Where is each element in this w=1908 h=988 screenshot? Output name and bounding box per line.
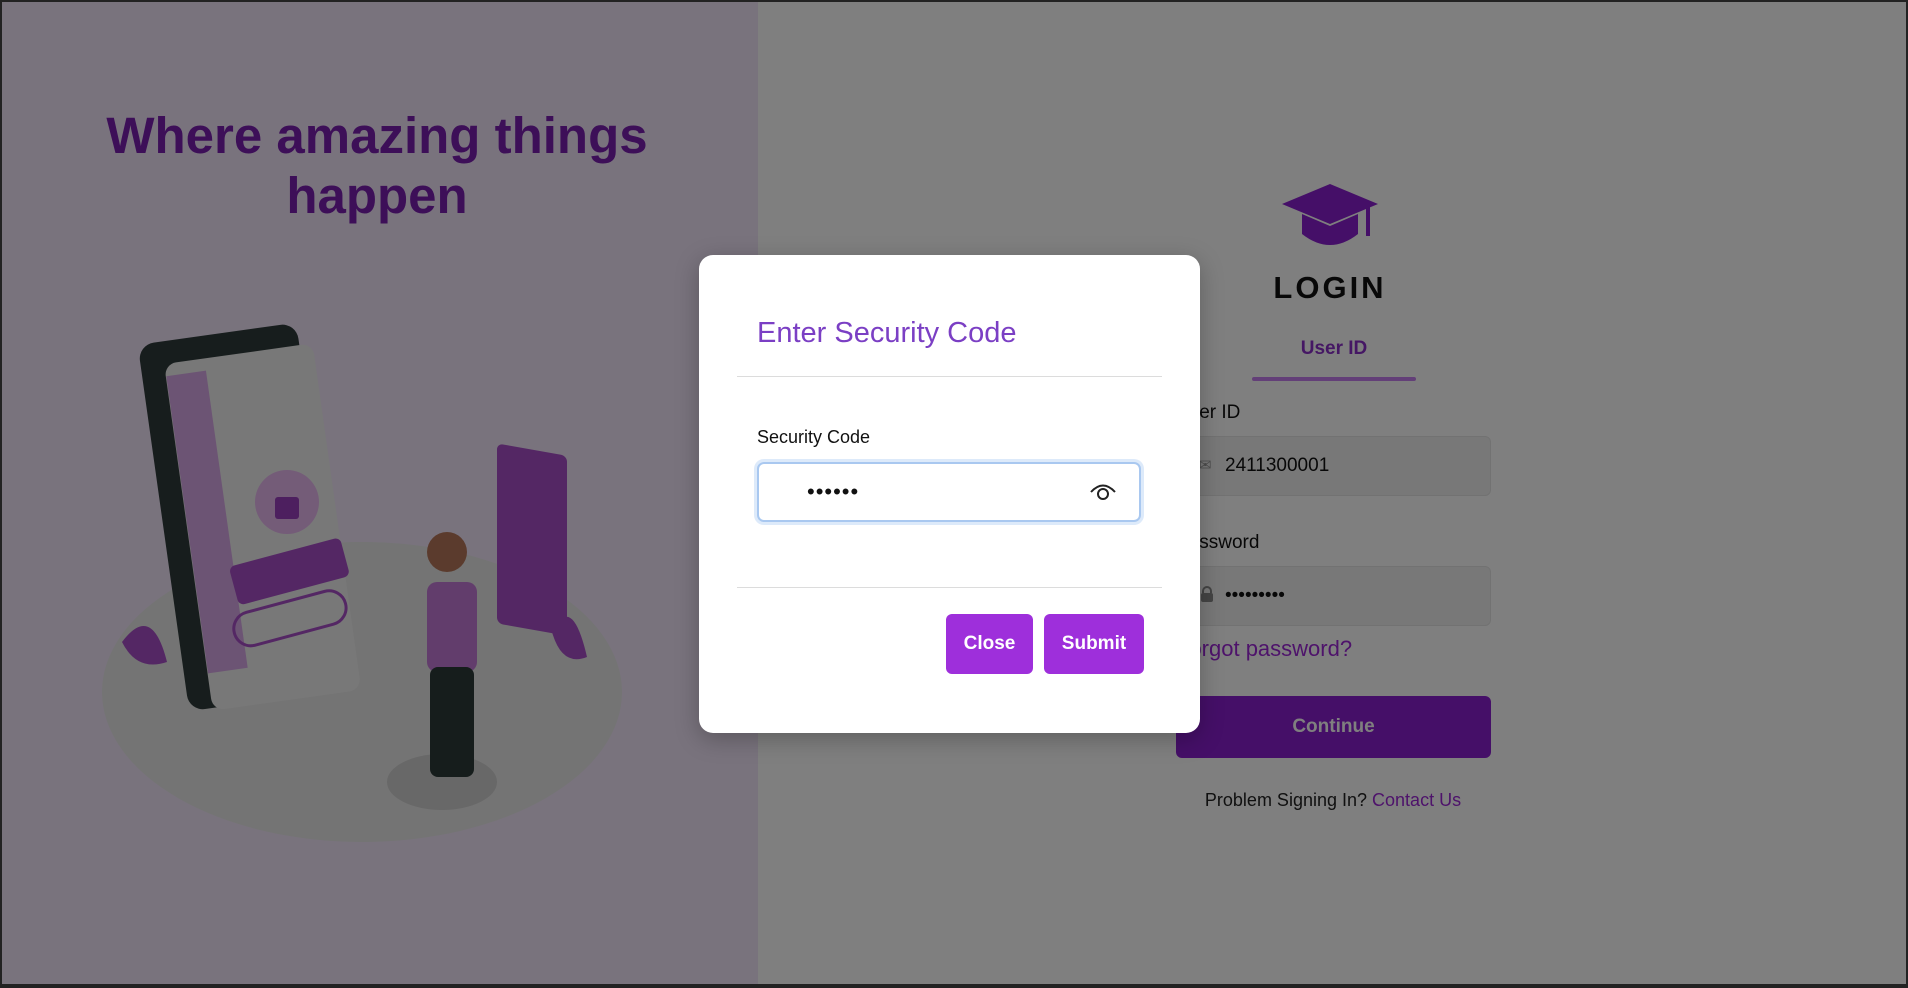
eye-icon[interactable] (1089, 481, 1117, 503)
modal-divider-top (737, 376, 1162, 377)
submit-button[interactable]: Submit (1044, 614, 1144, 674)
modal-title: Enter Security Code (757, 317, 1017, 349)
security-code-input[interactable]: •••••• (757, 462, 1141, 522)
modal-divider-bottom (737, 587, 1162, 588)
security-code-value: •••••• (807, 479, 860, 504)
security-code-modal: Enter Security Code Security Code ••••••… (699, 255, 1200, 733)
close-button[interactable]: Close (946, 614, 1033, 674)
app-window: Where amazing things happen (2, 2, 1906, 984)
security-code-label: Security Code (757, 427, 871, 447)
